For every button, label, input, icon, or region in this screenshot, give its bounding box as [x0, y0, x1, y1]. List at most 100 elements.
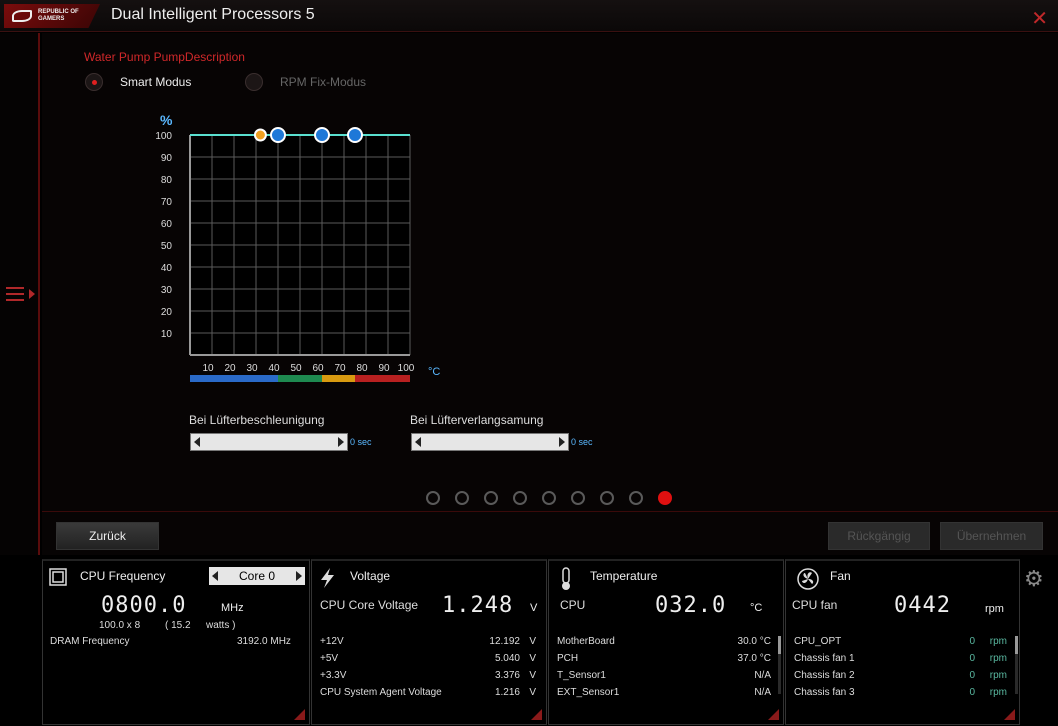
x-tick-label: 90 — [378, 363, 390, 374]
voltage-row-value: 1.216 — [494, 687, 520, 698]
fan-row-value: 0 — [969, 670, 975, 681]
temperature-scrollbar[interactable] — [778, 636, 781, 694]
page-dot[interactable] — [571, 491, 585, 505]
x-axis-label: °C — [428, 366, 440, 378]
close-icon[interactable]: ✕ — [1031, 6, 1048, 31]
apply-button[interactable]: Übernehmen — [940, 522, 1043, 550]
settings-gear-icon[interactable]: ⚙ — [1024, 566, 1044, 592]
dram-frequency-value: 3192.0 MHz — [237, 636, 291, 647]
cpu-chip-icon — [49, 568, 67, 586]
page-dot[interactable] — [455, 491, 469, 505]
slider-right-arrow-icon[interactable] — [559, 437, 565, 447]
prev-core-icon[interactable] — [212, 571, 218, 581]
temp-band — [278, 375, 322, 382]
fan-icon — [797, 568, 819, 590]
cpu-frequency-unit: MHz — [221, 602, 244, 614]
cpu-fan-unit: rpm — [985, 603, 1004, 615]
fan-row-value: 0 — [969, 636, 975, 647]
fan-row-unit: rpm — [989, 670, 1007, 681]
y-tick-label: 20 — [161, 307, 173, 318]
y-tick-label: 50 — [161, 241, 173, 252]
fan-row-unit: rpm — [989, 653, 1007, 664]
temp-band — [322, 375, 355, 382]
fan-scrollbar[interactable] — [1015, 636, 1018, 694]
slider-left-arrow-icon[interactable] — [415, 437, 421, 447]
temperature-row-label: EXT_Sensor1 — [557, 687, 620, 698]
page-dot[interactable] — [426, 491, 440, 505]
y-tick-label: 70 — [161, 197, 173, 208]
core-selector[interactable]: Core 0 — [209, 567, 305, 585]
cpu-temperature-label: CPU — [560, 598, 586, 612]
menu-expand-icon[interactable] — [6, 283, 35, 305]
page-dot[interactable] — [484, 491, 498, 505]
curve-control-point[interactable] — [270, 127, 286, 143]
temperature-panel[interactable]: Temperature CPU 032.0 °C MotherBoard 30.0… — [548, 559, 784, 725]
voltage-row-value: 12.192 — [489, 636, 520, 647]
expand-corner-icon[interactable] — [294, 709, 305, 720]
fan-row-unit: rpm — [989, 636, 1007, 647]
undo-button[interactable]: Rückgängig — [828, 522, 930, 550]
cpu-multiplier: 100.0 x 8 — [99, 620, 141, 631]
rog-logo: REPUBLIC OF GAMERS — [4, 4, 100, 28]
page-dot[interactable] — [658, 491, 672, 505]
voltage-row-unit: V — [529, 687, 536, 698]
next-core-icon[interactable] — [296, 571, 302, 581]
page-dot[interactable] — [513, 491, 527, 505]
expand-corner-icon[interactable] — [531, 709, 542, 720]
pump-curve-chart[interactable]: 10 20 30 40 50 60 70 80 90 100 10 20 30 40 50 60 70 80 90 1… — [147, 103, 447, 383]
title-bar: REPUBLIC OF GAMERS Dual Intelligent Proc… — [0, 0, 1058, 32]
cpu-watts-value: ( 15.2 — [165, 620, 191, 631]
accel-value: 0 sec — [350, 437, 372, 447]
cpu-temperature-value: 032.0 — [655, 593, 727, 618]
cpu-temperature-unit: °C — [750, 602, 763, 614]
radio-rpm-fix-mode-label: RPM Fix-Modus — [280, 75, 367, 89]
cpu-frequency-panel[interactable]: CPU Frequency Core 0 0800.0 MHz 100.0 x … — [42, 559, 310, 725]
page-indicator — [426, 491, 672, 505]
temp-band — [355, 375, 410, 382]
main-panel: Water Pump PumpDescription Smart Modus R… — [42, 33, 1058, 555]
y-tick-label: 60 — [161, 219, 173, 230]
lightning-icon — [321, 568, 334, 588]
decel-label: Bei Lüfterverlangsamung — [410, 413, 544, 427]
radio-rpm-fix-mode[interactable] — [245, 73, 263, 91]
slider-left-arrow-icon[interactable] — [194, 437, 200, 447]
voltage-row-label: +5V — [320, 653, 339, 664]
cpu-fan-value: 0442 — [894, 593, 951, 618]
y-tick-label: 30 — [161, 285, 173, 296]
temp-band — [190, 375, 278, 382]
fan-title: Fan — [830, 569, 851, 583]
curve-control-point[interactable] — [347, 127, 363, 143]
y-tick-label: 10 — [161, 329, 173, 340]
back-button[interactable]: Zurück — [56, 522, 159, 550]
temperature-row-value: N/A — [754, 687, 771, 698]
x-tick-label: 100 — [398, 363, 415, 374]
voltage-row-label: +3.3V — [320, 670, 347, 681]
expand-corner-icon[interactable] — [1004, 709, 1015, 720]
voltage-row-unit: V — [529, 653, 536, 664]
radio-smart-mode-label: Smart Modus — [120, 75, 192, 89]
temperature-row-value: 37.0 °C — [737, 653, 771, 664]
page-dot[interactable] — [629, 491, 643, 505]
fan-row-value: 0 — [969, 687, 975, 698]
cpu-fan-label: CPU fan — [792, 598, 838, 612]
decel-slider[interactable] — [411, 433, 569, 451]
voltage-row-unit: V — [529, 636, 536, 647]
page-dot[interactable] — [600, 491, 614, 505]
y-tick-label: 40 — [161, 263, 173, 274]
left-sidebar — [0, 33, 40, 555]
radio-smart-mode[interactable] — [85, 73, 103, 91]
curve-control-point[interactable] — [314, 127, 330, 143]
curve-control-point[interactable] — [253, 128, 267, 142]
page-dot[interactable] — [542, 491, 556, 505]
cpu-core-voltage-unit: V — [530, 602, 538, 614]
voltage-panel[interactable]: Voltage CPU Core Voltage 1.248 V +12V 12.… — [311, 559, 547, 725]
accel-slider[interactable] — [190, 433, 348, 451]
thermometer-icon — [562, 567, 570, 590]
temperature-title: Temperature — [590, 569, 658, 583]
slider-right-arrow-icon[interactable] — [338, 437, 344, 447]
fan-panel[interactable]: Fan CPU fan 0442 rpm CPU_OPT 0 rpm Chassis … — [785, 559, 1020, 725]
expand-corner-icon[interactable] — [768, 709, 779, 720]
voltage-title: Voltage — [350, 569, 391, 583]
fan-row-label: Chassis fan 1 — [794, 653, 855, 664]
temperature-row-label: MotherBoard — [557, 636, 615, 647]
